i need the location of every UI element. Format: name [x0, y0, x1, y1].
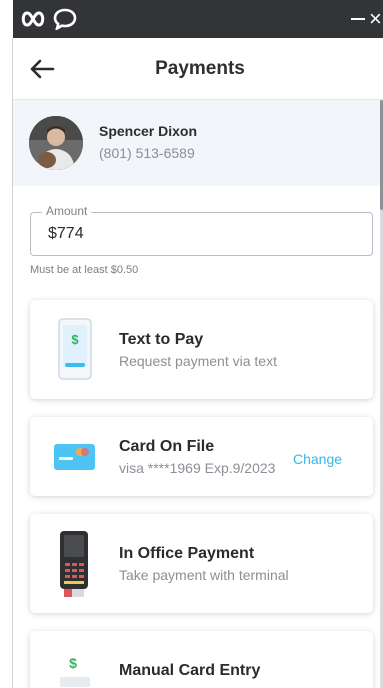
- option-title: In Office Payment: [119, 545, 255, 562]
- minimize-icon[interactable]: [351, 18, 365, 20]
- phone-dollar-icon: $: [58, 318, 92, 380]
- in-office-payment-option[interactable]: In Office Payment Take payment with term…: [30, 514, 373, 613]
- text-to-pay-option[interactable]: $ Text to Pay Request payment via text: [30, 300, 373, 399]
- option-title: Card On File: [119, 438, 215, 455]
- amount-label: Amount: [42, 204, 92, 218]
- option-subtitle: Request payment via text: [119, 353, 277, 369]
- amount-value[interactable]: $774: [48, 225, 84, 243]
- close-icon[interactable]: ×: [369, 8, 383, 30]
- change-card-link[interactable]: Change: [293, 451, 342, 467]
- option-subtitle: Take payment with terminal: [119, 567, 289, 583]
- payment-terminal-icon: [60, 531, 88, 597]
- card-on-file-option[interactable]: Card On File visa ****1969 Exp.9/2023 Ch…: [30, 417, 373, 496]
- window-titlebar: ×: [13, 0, 383, 38]
- amount-hint: Must be at least $0.50: [30, 264, 139, 276]
- patient-phone: (801) 513-6589: [99, 145, 195, 161]
- option-title: Manual Card Entry: [119, 662, 261, 679]
- patient-info: Spencer Dixon (801) 513-6589: [13, 100, 380, 186]
- manual-entry-icon: $: [60, 655, 90, 687]
- credit-card-icon: [54, 444, 95, 470]
- infinity-logo-icon: [21, 11, 45, 27]
- patient-name: Spencer Dixon: [99, 123, 198, 139]
- option-subtitle: visa ****1969 Exp.9/2023: [119, 460, 276, 476]
- page-title: Payments: [155, 58, 245, 79]
- option-title: Text to Pay: [119, 331, 204, 348]
- svg-text:$: $: [71, 332, 79, 347]
- chat-bubble-icon[interactable]: [53, 8, 77, 30]
- page-header: Payments: [13, 38, 383, 100]
- manual-card-entry-option[interactable]: $ Manual Card Entry: [30, 631, 373, 688]
- svg-text:$: $: [69, 655, 77, 671]
- avatar: [29, 116, 83, 170]
